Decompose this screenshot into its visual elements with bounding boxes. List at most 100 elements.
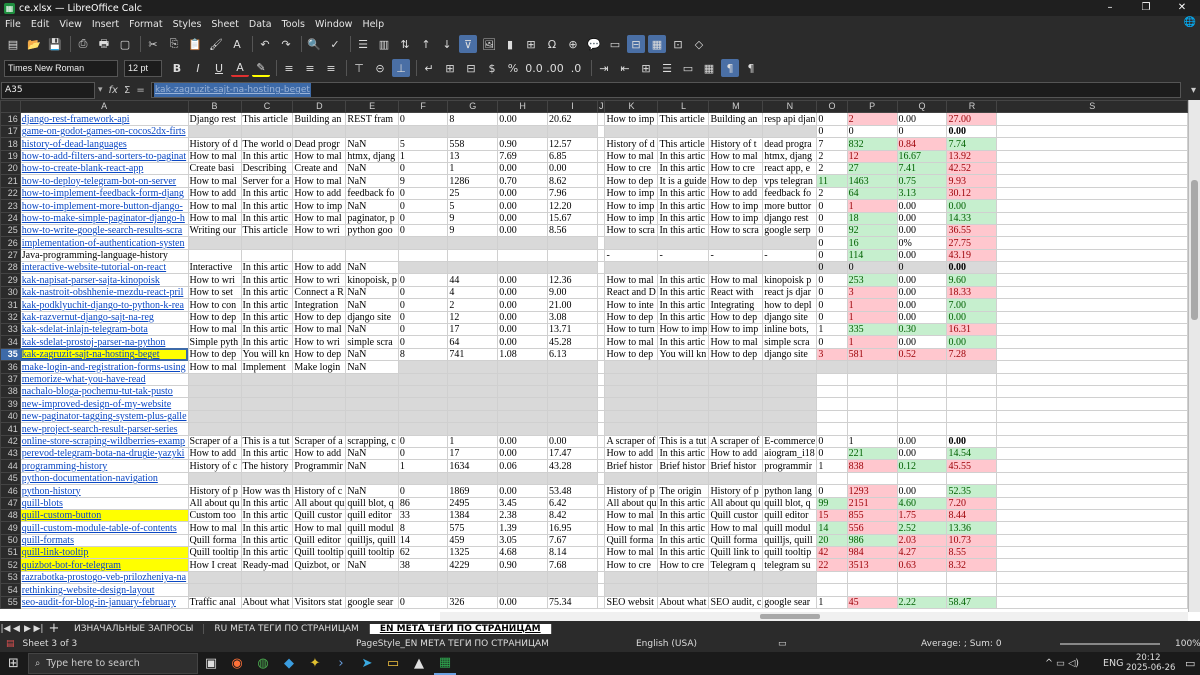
cell-q[interactable]: 0.00 (896, 211, 948, 225)
cell-f[interactable]: 0 (397, 186, 449, 201)
cell-p[interactable] (846, 360, 898, 374)
cell-p[interactable]: 984 (846, 546, 898, 560)
copy-icon[interactable]: ⎘ (165, 35, 183, 53)
row-header[interactable]: 31 (0, 298, 21, 312)
cell-s[interactable] (996, 583, 1188, 597)
cell-p[interactable] (846, 372, 898, 387)
cell-f[interactable]: 0 (397, 223, 449, 238)
cell-p[interactable]: 2 (846, 112, 898, 126)
cell-r[interactable] (946, 360, 998, 374)
cell-h[interactable] (497, 360, 548, 374)
cell-l[interactable] (657, 570, 710, 585)
print-icon[interactable]: 🖶 (95, 35, 113, 53)
cell-e[interactable]: NaN (345, 323, 399, 337)
cell-i[interactable] (546, 124, 598, 139)
cell-p[interactable]: 3513 (846, 558, 898, 572)
cell-g[interactable]: 1325 (447, 546, 499, 560)
find-replace-icon[interactable]: 🔍 (305, 35, 323, 53)
cell-h[interactable] (497, 570, 548, 585)
add-decimal-icon[interactable]: .00 (546, 59, 564, 77)
cell-i[interactable]: 13.71 (546, 323, 598, 337)
cell-f[interactable]: 0 (397, 434, 449, 448)
cell-l[interactable] (657, 583, 710, 597)
cell-e[interactable] (345, 583, 399, 597)
cell-q[interactable]: 0.63 (896, 558, 948, 572)
cell-r[interactable]: 43.19 (946, 248, 998, 263)
cell-b[interactable] (187, 397, 242, 411)
cell-r[interactable]: 7.20 (946, 496, 998, 510)
row-header[interactable]: 51 (0, 546, 21, 560)
cell-e[interactable]: NaN (345, 347, 399, 362)
cell-f[interactable] (397, 124, 449, 139)
cell-i[interactable]: 12.57 (546, 137, 598, 151)
cell-j[interactable] (596, 211, 606, 225)
cell-s[interactable] (996, 595, 1188, 610)
cell-a[interactable]: Java-programming-language-history (19, 248, 189, 263)
cell-g[interactable]: 1 (447, 434, 499, 448)
cell-r[interactable]: 13.36 (946, 521, 998, 535)
cell-h[interactable]: 0.00 (497, 595, 548, 610)
hyperlink-icon[interactable]: ⊕ (564, 35, 582, 53)
cell-n[interactable]: feedback fo (762, 186, 818, 201)
cell-r[interactable]: 42.52 (946, 161, 998, 176)
cell-a[interactable]: nachalo-bloga-pochemu-tut-tak-pusto (19, 384, 189, 399)
horizontal-scrollbar[interactable] (440, 612, 1188, 621)
cell-l[interactable]: How to imp (657, 323, 710, 337)
cell-k[interactable] (604, 471, 659, 486)
cell-l[interactable]: This article (657, 137, 710, 151)
cell-b[interactable]: How to mal (187, 323, 242, 337)
cell-f[interactable] (397, 570, 449, 585)
cell-e[interactable]: quill tooltip (345, 546, 399, 560)
cell-n[interactable] (762, 570, 818, 585)
cell-i[interactable]: 43.28 (546, 459, 598, 473)
cell-r[interactable]: 30.12 (946, 186, 998, 201)
row-header[interactable]: 34 (0, 335, 21, 349)
cell-s[interactable] (996, 360, 1188, 374)
cell-p[interactable]: 1 (846, 298, 898, 312)
cell-h[interactable] (497, 409, 548, 424)
cell-s[interactable] (996, 298, 1188, 312)
define-print-area-icon[interactable]: ⊟ (627, 35, 645, 53)
cell-h[interactable]: 0.00 (497, 161, 548, 176)
cell-h[interactable]: 0.70 (497, 174, 548, 188)
sort-ascending-icon[interactable]: ↑ (417, 35, 435, 53)
row-header[interactable]: 33 (0, 323, 21, 337)
cell-c[interactable]: In this artic (240, 273, 294, 287)
cell-i[interactable]: 16.95 (546, 521, 598, 535)
cell-g[interactable] (447, 372, 499, 387)
cell-d[interactable] (292, 372, 347, 387)
row-header[interactable]: 52 (0, 558, 21, 572)
cell-s[interactable] (996, 285, 1188, 300)
row-header[interactable]: 35 (0, 347, 21, 362)
highlight-icon[interactable]: ✎ (252, 59, 270, 77)
cell-f[interactable]: 5 (397, 137, 449, 151)
row-header[interactable]: 37 (0, 372, 21, 387)
cell-g[interactable]: 44 (447, 273, 499, 287)
cell-h[interactable]: 0.00 (497, 285, 548, 300)
cell-b[interactable]: Django rest (187, 112, 242, 126)
cell-e[interactable]: quilljs, quill (345, 533, 399, 548)
cell-j[interactable] (596, 261, 606, 275)
cell-f[interactable] (397, 360, 449, 374)
show-draw-functions-icon[interactable]: ◇ (690, 35, 708, 53)
menu-styles[interactable]: Styles (168, 19, 207, 30)
cell-q[interactable] (896, 570, 948, 585)
cell-k[interactable]: All about qu (604, 496, 659, 510)
cell-p[interactable]: 838 (846, 459, 898, 473)
row-header[interactable]: 32 (0, 310, 21, 325)
cell-s[interactable] (996, 434, 1188, 448)
cell-b[interactable]: History of c (187, 459, 242, 473)
cell-i[interactable]: 6.13 (546, 347, 598, 362)
cell-i[interactable]: 21.00 (546, 298, 598, 312)
align-bottom-icon[interactable]: ⊥ (392, 59, 410, 77)
cell-l[interactable] (657, 471, 710, 486)
cell-f[interactable] (397, 397, 449, 411)
cell-m[interactable]: Quill link to (708, 546, 764, 560)
cell-n[interactable]: quill editor (762, 508, 818, 523)
cell-l[interactable] (657, 360, 710, 374)
cell-p[interactable]: 0 (846, 261, 898, 275)
cell-k[interactable] (604, 236, 659, 250)
cell-d[interactable]: How to dep (292, 347, 347, 362)
cell-m[interactable]: How to dep (708, 310, 764, 325)
cell-a[interactable]: kak-zagruzit-sajt-na-hosting-beget (19, 347, 189, 362)
